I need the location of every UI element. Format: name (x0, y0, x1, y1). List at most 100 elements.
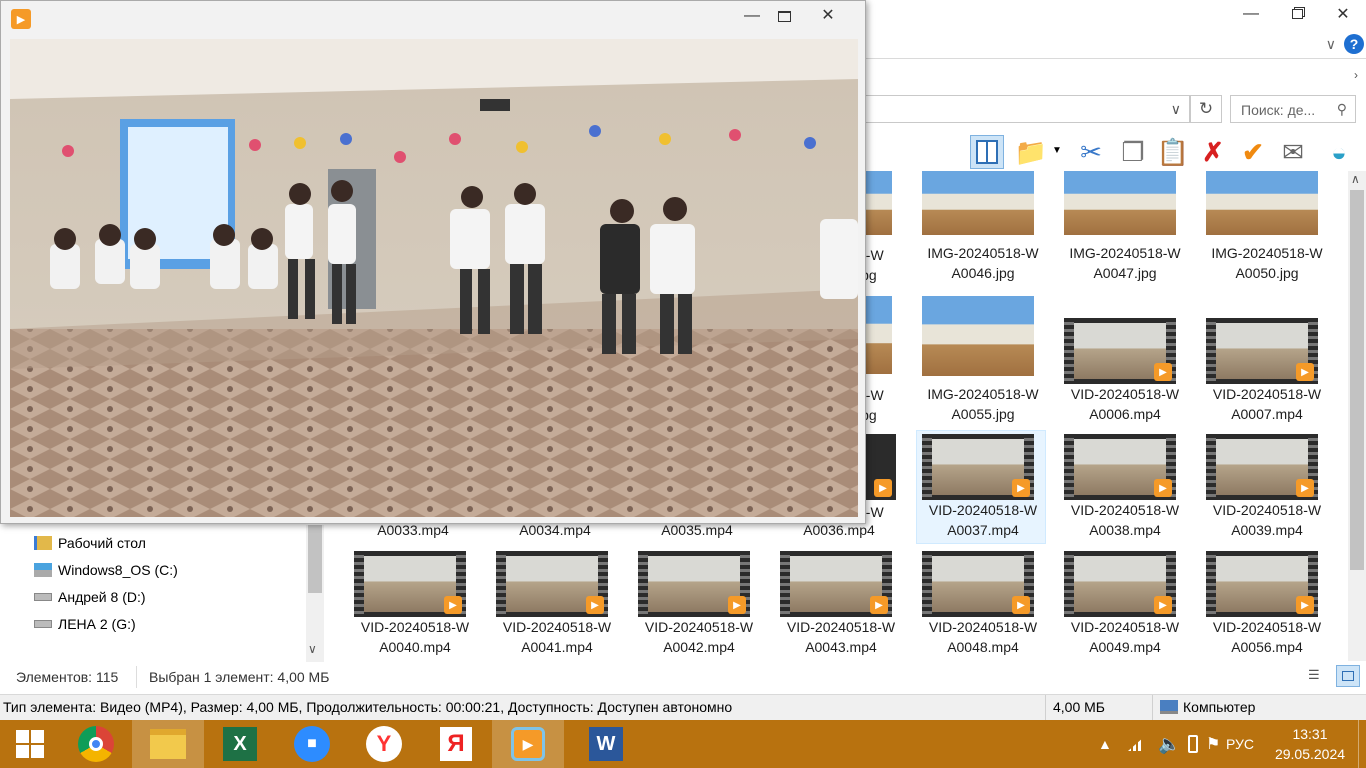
file-name-line: VID-20240518-W (1070, 619, 1180, 635)
help-icon[interactable]: ? (1344, 34, 1364, 54)
video-thumbnail: ▶ (1064, 318, 1176, 384)
details-view-icon[interactable]: ☰ (1308, 667, 1328, 685)
nav-item-label: Windows8_OS (C:) (58, 562, 178, 578)
file-name-line[interactable]: A0035.mp4 (626, 522, 768, 538)
taskbar-yandex-browser[interactable]: Y (348, 720, 420, 768)
nav-item-drive-c[interactable]: Windows8_OS (C:) (34, 558, 178, 582)
file-item[interactable]: IMG-20240518-W A0046.jpg (912, 171, 1042, 291)
mail-button[interactable]: ✉ (1276, 135, 1310, 169)
large-icons-view-icon (1342, 671, 1354, 681)
taskbar-excel[interactable]: X (204, 720, 276, 768)
taskbar-media-player[interactable]: ▶ (492, 720, 564, 768)
file-item[interactable]: ▶ VID-20240518-W A0043.mp4 (770, 551, 900, 671)
file-item[interactable]: IMG-20240518-W A0050.jpg (1196, 171, 1326, 291)
media-player-window[interactable]: ▶ — ✕ (0, 0, 866, 524)
file-item[interactable]: ▶ VID-20240518-W A0007.mp4 (1196, 318, 1326, 438)
nav-item-label: Рабочий стол (58, 535, 146, 551)
nav-item-drive-g[interactable]: ЛЕНА 2 (G:) (34, 612, 136, 636)
image-thumbnail (922, 171, 1034, 235)
file-item[interactable]: IMG-20240518-W A0047.jpg (1054, 171, 1184, 291)
forward-arrow-icon[interactable]: › (1354, 68, 1358, 82)
file-item[interactable]: ▶ VID-20240518-W A0038.mp4 (1054, 434, 1184, 554)
scissors-icon: ✂ (1080, 136, 1102, 167)
taskbar-word[interactable]: W (570, 720, 642, 768)
taskbar-chrome[interactable] (60, 720, 132, 768)
large-icons-view-button[interactable] (1336, 665, 1360, 687)
file-name: VID-20240518-W A0056.mp4 (1196, 617, 1338, 657)
address-bar[interactable]: ∨ (860, 95, 1190, 123)
network-tray[interactable] (1128, 720, 1144, 768)
properties-button[interactable]: 📁 (1014, 135, 1048, 169)
file-name-line: IMG-20240518-W (1069, 245, 1181, 261)
input-language[interactable]: РУС (1226, 720, 1254, 768)
copy-button[interactable]: ❐ (1116, 135, 1150, 169)
search-input[interactable]: Поиск: де... ⚲ (1230, 95, 1356, 123)
dropdown-arrow-icon[interactable]: ▼ (1052, 145, 1062, 156)
cut-button[interactable]: ✂ (1074, 135, 1108, 169)
nav-item-desktop[interactable]: Рабочий стол (34, 531, 146, 555)
play-badge-icon: ▶ (1154, 479, 1172, 497)
file-name-line: A0006.mp4 (1089, 406, 1161, 422)
file-name-line: A0046.jpg (951, 265, 1015, 281)
file-thumbnail-partial[interactable]: ▶ (866, 434, 896, 500)
status-bar: Элементов: 115 Выбран 1 элемент: 4,00 МБ… (0, 662, 1366, 692)
player-close-button[interactable]: ✕ (799, 2, 857, 28)
file-item[interactable]: ▶ VID-20240518-W A0048.mp4 (912, 551, 1042, 671)
power-tray[interactable] (1188, 720, 1198, 768)
file-name-line: VID-20240518-W (1212, 386, 1322, 402)
nav-scrollbar-thumb[interactable] (308, 525, 322, 593)
file-item[interactable]: ▶ VID-20240518-W A0039.mp4 (1196, 434, 1326, 554)
file-item[interactable]: ▶ VID-20240518-W A0056.mp4 (1196, 551, 1326, 671)
video-frame[interactable] (10, 39, 858, 517)
restore-button[interactable] (1274, 0, 1320, 28)
file-name-line[interactable]: A0034.mp4 (484, 522, 626, 538)
clock[interactable]: 13:31 29.05.2024 (1270, 724, 1350, 764)
chevron-down-icon[interactable]: ∨ (1171, 101, 1181, 118)
file-item-selected[interactable]: ▶ VID-20240518-W A0037.mp4 (912, 434, 1042, 554)
start-button[interactable] (0, 720, 60, 768)
refresh-button[interactable]: ↻ (1190, 95, 1222, 123)
shell-icon: ◒ (1331, 136, 1347, 167)
details-divider (1045, 695, 1046, 721)
file-name-line: A0050.jpg (1235, 265, 1299, 281)
video-thumbnail: ▶ (1206, 551, 1318, 617)
action-center[interactable]: ⚑ (1206, 720, 1220, 768)
taskbar-explorer[interactable] (132, 720, 204, 768)
file-thumbnail-partial[interactable] (866, 296, 892, 374)
scroll-down-icon[interactable]: ∨ (308, 642, 317, 656)
file-size: 4,00 МБ (1053, 699, 1105, 715)
file-name: IMG-20240518-W A0055.jpg (912, 384, 1054, 424)
file-item[interactable]: ▶ VID-20240518-W A0040.mp4 (344, 551, 474, 671)
file-name-line[interactable]: A0036.mp4 (768, 522, 910, 538)
speaker-icon: 🔈 (1158, 733, 1181, 754)
delete-button[interactable]: ✗ (1196, 135, 1230, 169)
file-name: VID-20240518-W A0038.mp4 (1054, 500, 1196, 540)
file-item[interactable]: ▶ VID-20240518-W A0042.mp4 (628, 551, 758, 671)
scroll-up-icon[interactable]: ∧ (1351, 172, 1360, 186)
taskbar-zoom[interactable]: ■ (276, 720, 348, 768)
chevron-down-icon[interactable]: ∨ (1326, 36, 1336, 53)
search-placeholder: Поиск: де... (1241, 102, 1316, 118)
show-desktop-button[interactable] (1358, 720, 1366, 768)
file-name-line[interactable]: A0033.mp4 (342, 522, 484, 538)
preview-pane-button[interactable] (970, 135, 1004, 169)
file-list-scrollbar-thumb[interactable] (1350, 190, 1364, 570)
file-item[interactable]: ▶ VID-20240518-W A0041.mp4 (486, 551, 616, 671)
file-thumbnail-partial[interactable] (866, 171, 892, 235)
file-name: IMG-20240518-W A0047.jpg (1054, 243, 1196, 283)
close-button[interactable]: ✕ (1320, 0, 1366, 28)
show-hidden-icons[interactable]: ▲ (1098, 720, 1112, 768)
file-item[interactable]: IMG-20240518-W A0055.jpg (912, 296, 1042, 422)
volume-tray[interactable]: 🔈 (1158, 720, 1180, 768)
network-button[interactable]: ◒ (1322, 135, 1356, 169)
taskbar-yandex[interactable]: Я (420, 720, 492, 768)
refresh-icon: ↻ (1198, 99, 1214, 118)
nav-item-drive-d[interactable]: Андрей 8 (D:) (34, 585, 146, 609)
file-name-line: A0042.mp4 (663, 639, 735, 655)
paste-button[interactable]: 📋 (1156, 135, 1190, 169)
file-item[interactable]: ▶ VID-20240518-W A0006.mp4 (1054, 318, 1184, 438)
rename-button[interactable]: ✔ (1236, 135, 1270, 169)
file-item[interactable]: ▶ VID-20240518-W A0049.mp4 (1054, 551, 1184, 671)
play-badge-icon: ▶ (1154, 363, 1172, 381)
minimize-button[interactable]: — (1228, 0, 1274, 28)
